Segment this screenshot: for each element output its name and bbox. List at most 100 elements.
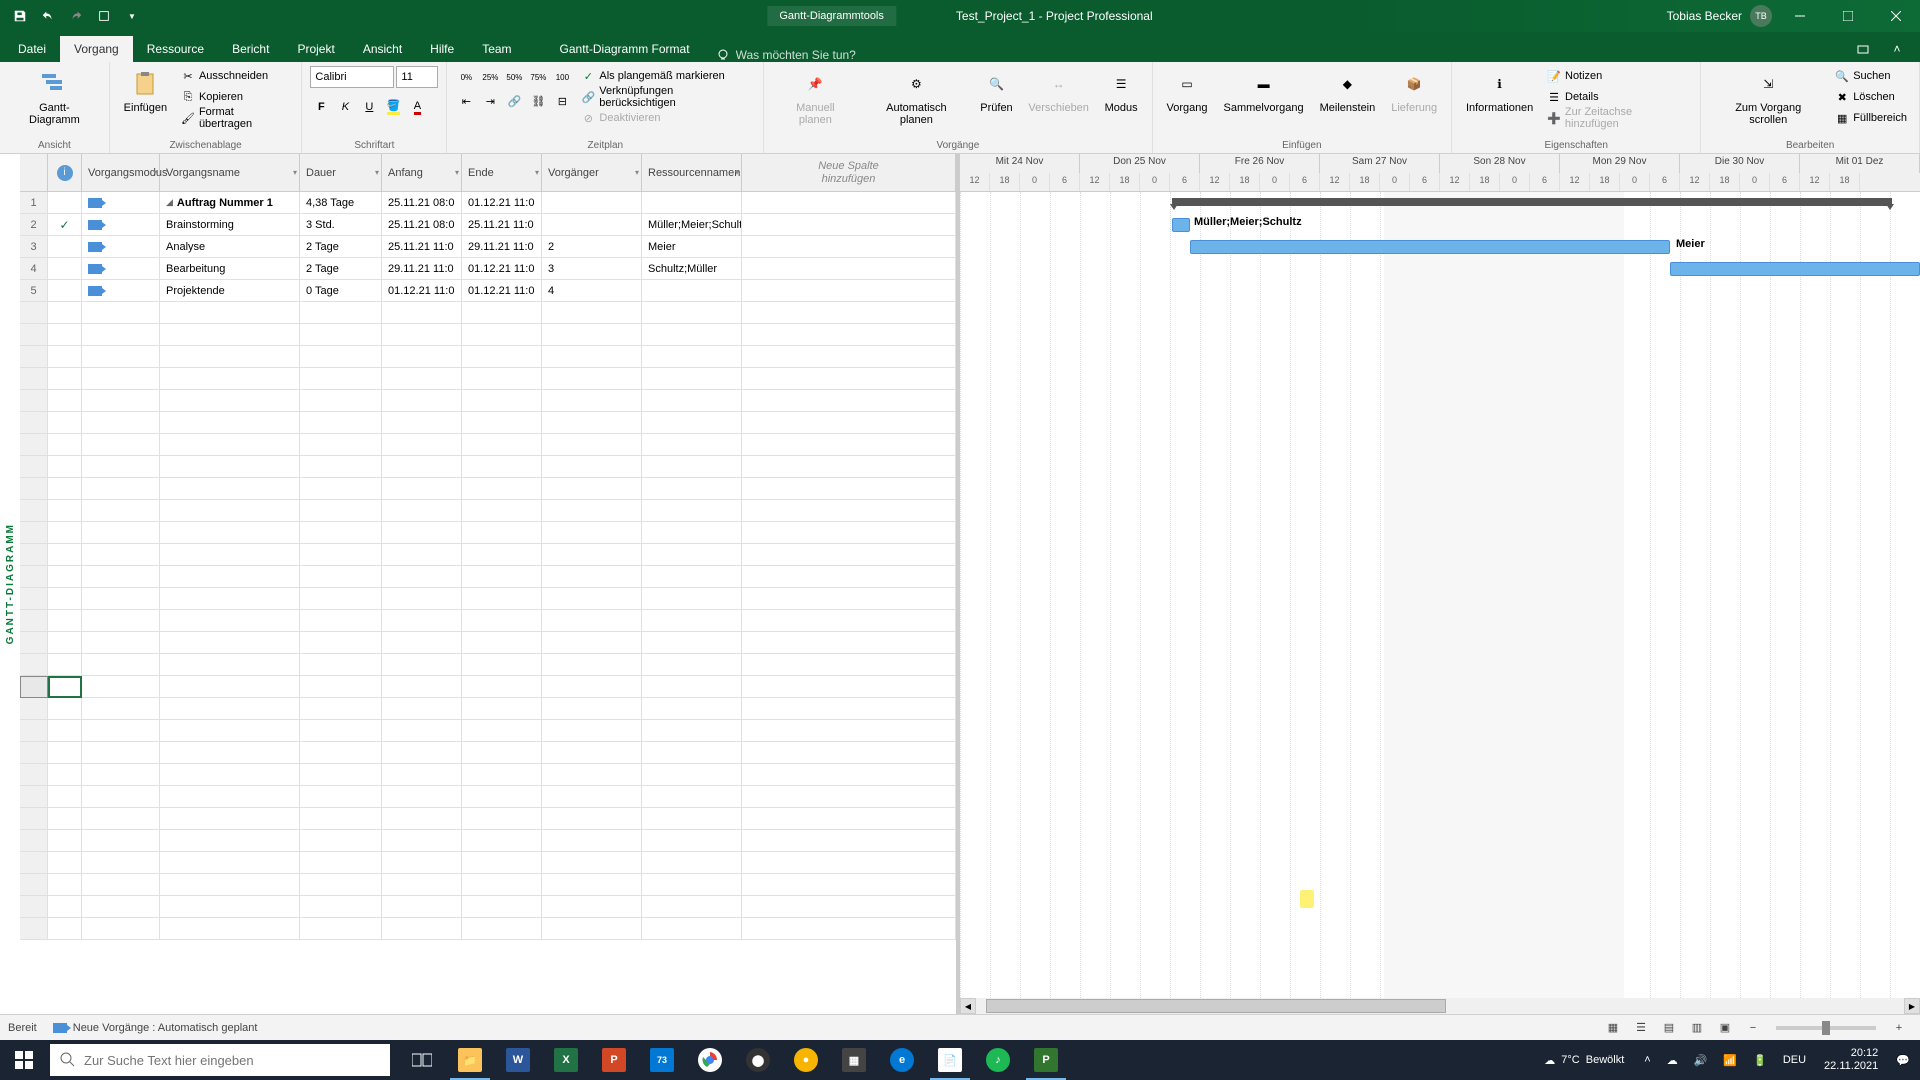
gantt-diagram-button[interactable]: Gantt-Diagramm [8, 66, 101, 128]
cell-resources[interactable]: Schultz;Müller [642, 258, 742, 279]
cell-task-name[interactable] [160, 676, 300, 697]
cell-end[interactable] [462, 830, 542, 851]
table-row[interactable] [20, 896, 956, 918]
col-task-mode[interactable]: Vorgangsmodus▾ [82, 154, 160, 191]
cell-start[interactable] [382, 676, 462, 697]
col-start[interactable]: Anfang▾ [382, 154, 462, 191]
cell-mode[interactable] [82, 874, 160, 895]
cell-duration[interactable] [300, 478, 382, 499]
gantt-hour-header[interactable]: 0 [1740, 173, 1770, 192]
respect-links-button[interactable]: 🔗Verknüpfungen berücksichtigen [577, 87, 755, 107]
cell-new[interactable] [742, 434, 956, 455]
information-button[interactable]: ℹInformationen [1460, 66, 1539, 116]
cell-new[interactable] [742, 874, 956, 895]
cell-resources[interactable] [642, 918, 742, 939]
gantt-hour-header[interactable]: 0 [1020, 173, 1050, 192]
maximize-button[interactable] [1828, 1, 1868, 31]
link-button[interactable]: 🔗 [503, 90, 525, 112]
cell-task-name[interactable] [160, 456, 300, 477]
cell-new[interactable] [742, 324, 956, 345]
cell-new[interactable] [742, 786, 956, 807]
cell-new[interactable] [742, 698, 956, 719]
cell-duration[interactable] [300, 412, 382, 433]
manual-schedule-button[interactable]: 📌Manuell planen [772, 66, 858, 128]
cell-resources[interactable] [642, 588, 742, 609]
row-number[interactable] [20, 918, 48, 939]
gantt-hour-header[interactable]: 0 [1260, 173, 1290, 192]
cell-mode[interactable] [82, 610, 160, 631]
cell-predecessors[interactable] [542, 720, 642, 741]
table-body[interactable]: 1◢Auftrag Nummer 14,38 Tage25.11.21 08:0… [20, 192, 956, 1014]
row-number[interactable] [20, 874, 48, 895]
cell-mode[interactable] [82, 764, 160, 785]
gantt-hour-header[interactable]: 18 [1710, 173, 1740, 192]
cell-task-name[interactable] [160, 368, 300, 389]
cell-new[interactable] [742, 918, 956, 939]
table-row[interactable] [20, 368, 956, 390]
inspect-button[interactable]: 🔍Prüfen [974, 66, 1018, 116]
font-name-select[interactable] [310, 66, 394, 88]
cell-new[interactable] [742, 742, 956, 763]
row-number[interactable] [20, 610, 48, 631]
cell-task-name[interactable] [160, 610, 300, 631]
cell-mode[interactable] [82, 214, 160, 235]
cell-new[interactable] [742, 456, 956, 477]
cell-info[interactable] [48, 478, 82, 499]
cell-resources[interactable] [642, 434, 742, 455]
cell-start[interactable] [382, 742, 462, 763]
cell-predecessors[interactable]: 2 [542, 236, 642, 257]
cell-mode[interactable] [82, 302, 160, 323]
insert-summary-button[interactable]: ▬Sammelvorgang [1218, 66, 1310, 116]
cell-duration[interactable] [300, 324, 382, 345]
fill-color-button[interactable]: 🪣 [382, 96, 404, 118]
cell-start[interactable] [382, 390, 462, 411]
cell-end[interactable] [462, 390, 542, 411]
cell-mode[interactable] [82, 346, 160, 367]
notepad-icon[interactable]: 📄 [926, 1040, 974, 1080]
cell-end[interactable] [462, 632, 542, 653]
cell-duration[interactable] [300, 874, 382, 895]
table-row[interactable] [20, 566, 956, 588]
cell-duration[interactable] [300, 500, 382, 521]
cell-start[interactable] [382, 588, 462, 609]
cell-end[interactable] [462, 896, 542, 917]
underline-button[interactable]: U [358, 96, 380, 118]
cell-predecessors[interactable] [542, 764, 642, 785]
cell-duration[interactable] [300, 456, 382, 477]
ribbon-display-options[interactable] [1848, 36, 1878, 62]
view-task-usage-button[interactable]: ☰ [1628, 1018, 1654, 1038]
cell-duration[interactable]: 2 Tage [300, 258, 382, 279]
insert-deliverable-button[interactable]: 📦Lieferung [1385, 66, 1443, 116]
cell-mode[interactable] [82, 852, 160, 873]
cell-info[interactable] [48, 412, 82, 433]
cell-mode[interactable] [82, 896, 160, 917]
cell-duration[interactable] [300, 522, 382, 543]
table-row[interactable] [20, 478, 956, 500]
cell-task-name[interactable] [160, 588, 300, 609]
cell-resources[interactable] [642, 874, 742, 895]
cell-info[interactable] [48, 456, 82, 477]
tab-gantt-format[interactable]: Gantt-Diagramm Format [546, 36, 704, 62]
gantt-hour-header[interactable]: 18 [1110, 173, 1140, 192]
row-number[interactable] [20, 566, 48, 587]
cell-start[interactable]: 25.11.21 08:0 [382, 192, 462, 213]
cell-predecessors[interactable] [542, 786, 642, 807]
cell-predecessors[interactable] [542, 412, 642, 433]
pct-25-button[interactable]: 25% [479, 66, 501, 88]
cell-new[interactable] [742, 632, 956, 653]
pct-0-button[interactable]: 0% [455, 66, 477, 88]
cell-predecessors[interactable] [542, 698, 642, 719]
cell-resources[interactable] [642, 368, 742, 389]
gantt-hour-header[interactable]: 12 [1080, 173, 1110, 192]
cell-task-name[interactable] [160, 654, 300, 675]
cell-mode[interactable] [82, 588, 160, 609]
task-view-button[interactable] [398, 1040, 446, 1080]
cell-new[interactable] [742, 214, 956, 235]
cell-task-name[interactable] [160, 698, 300, 719]
cell-mode[interactable] [82, 786, 160, 807]
cell-end[interactable] [462, 588, 542, 609]
calendar-icon[interactable]: 73 [638, 1040, 686, 1080]
cell-info[interactable] [48, 918, 82, 939]
table-row[interactable] [20, 588, 956, 610]
cell-resources[interactable] [642, 654, 742, 675]
